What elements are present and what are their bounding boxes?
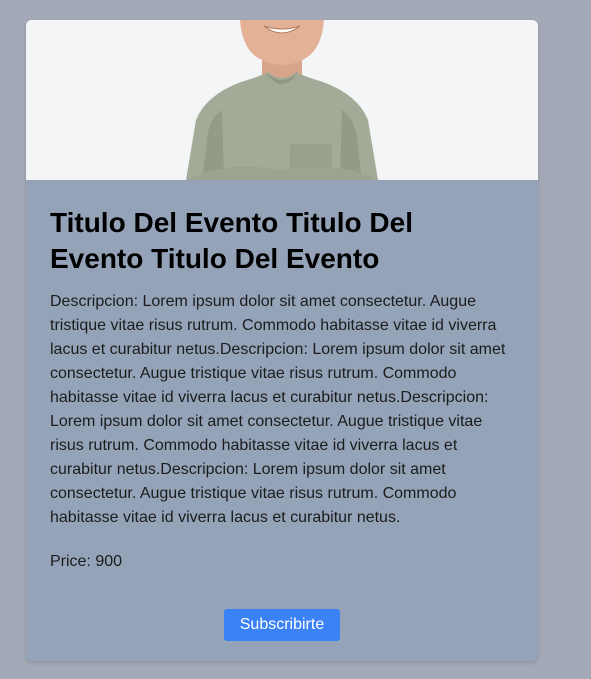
event-card-body: Titulo Del Evento Titulo Del Evento Titu… (26, 205, 538, 641)
event-photo (26, 20, 538, 180)
subscribe-button[interactable]: Subscribirte (224, 609, 340, 641)
event-title: Titulo Del Evento Titulo Del Evento Titu… (50, 207, 413, 274)
button-row: Subscribirte (50, 609, 514, 641)
event-price: Price: 900 (50, 553, 123, 570)
event-card: Titulo Del Evento Titulo Del Evento Titu… (26, 20, 538, 661)
event-image (26, 20, 538, 180)
event-description: Descripcion: Lorem ipsum dolor sit amet … (50, 293, 506, 526)
